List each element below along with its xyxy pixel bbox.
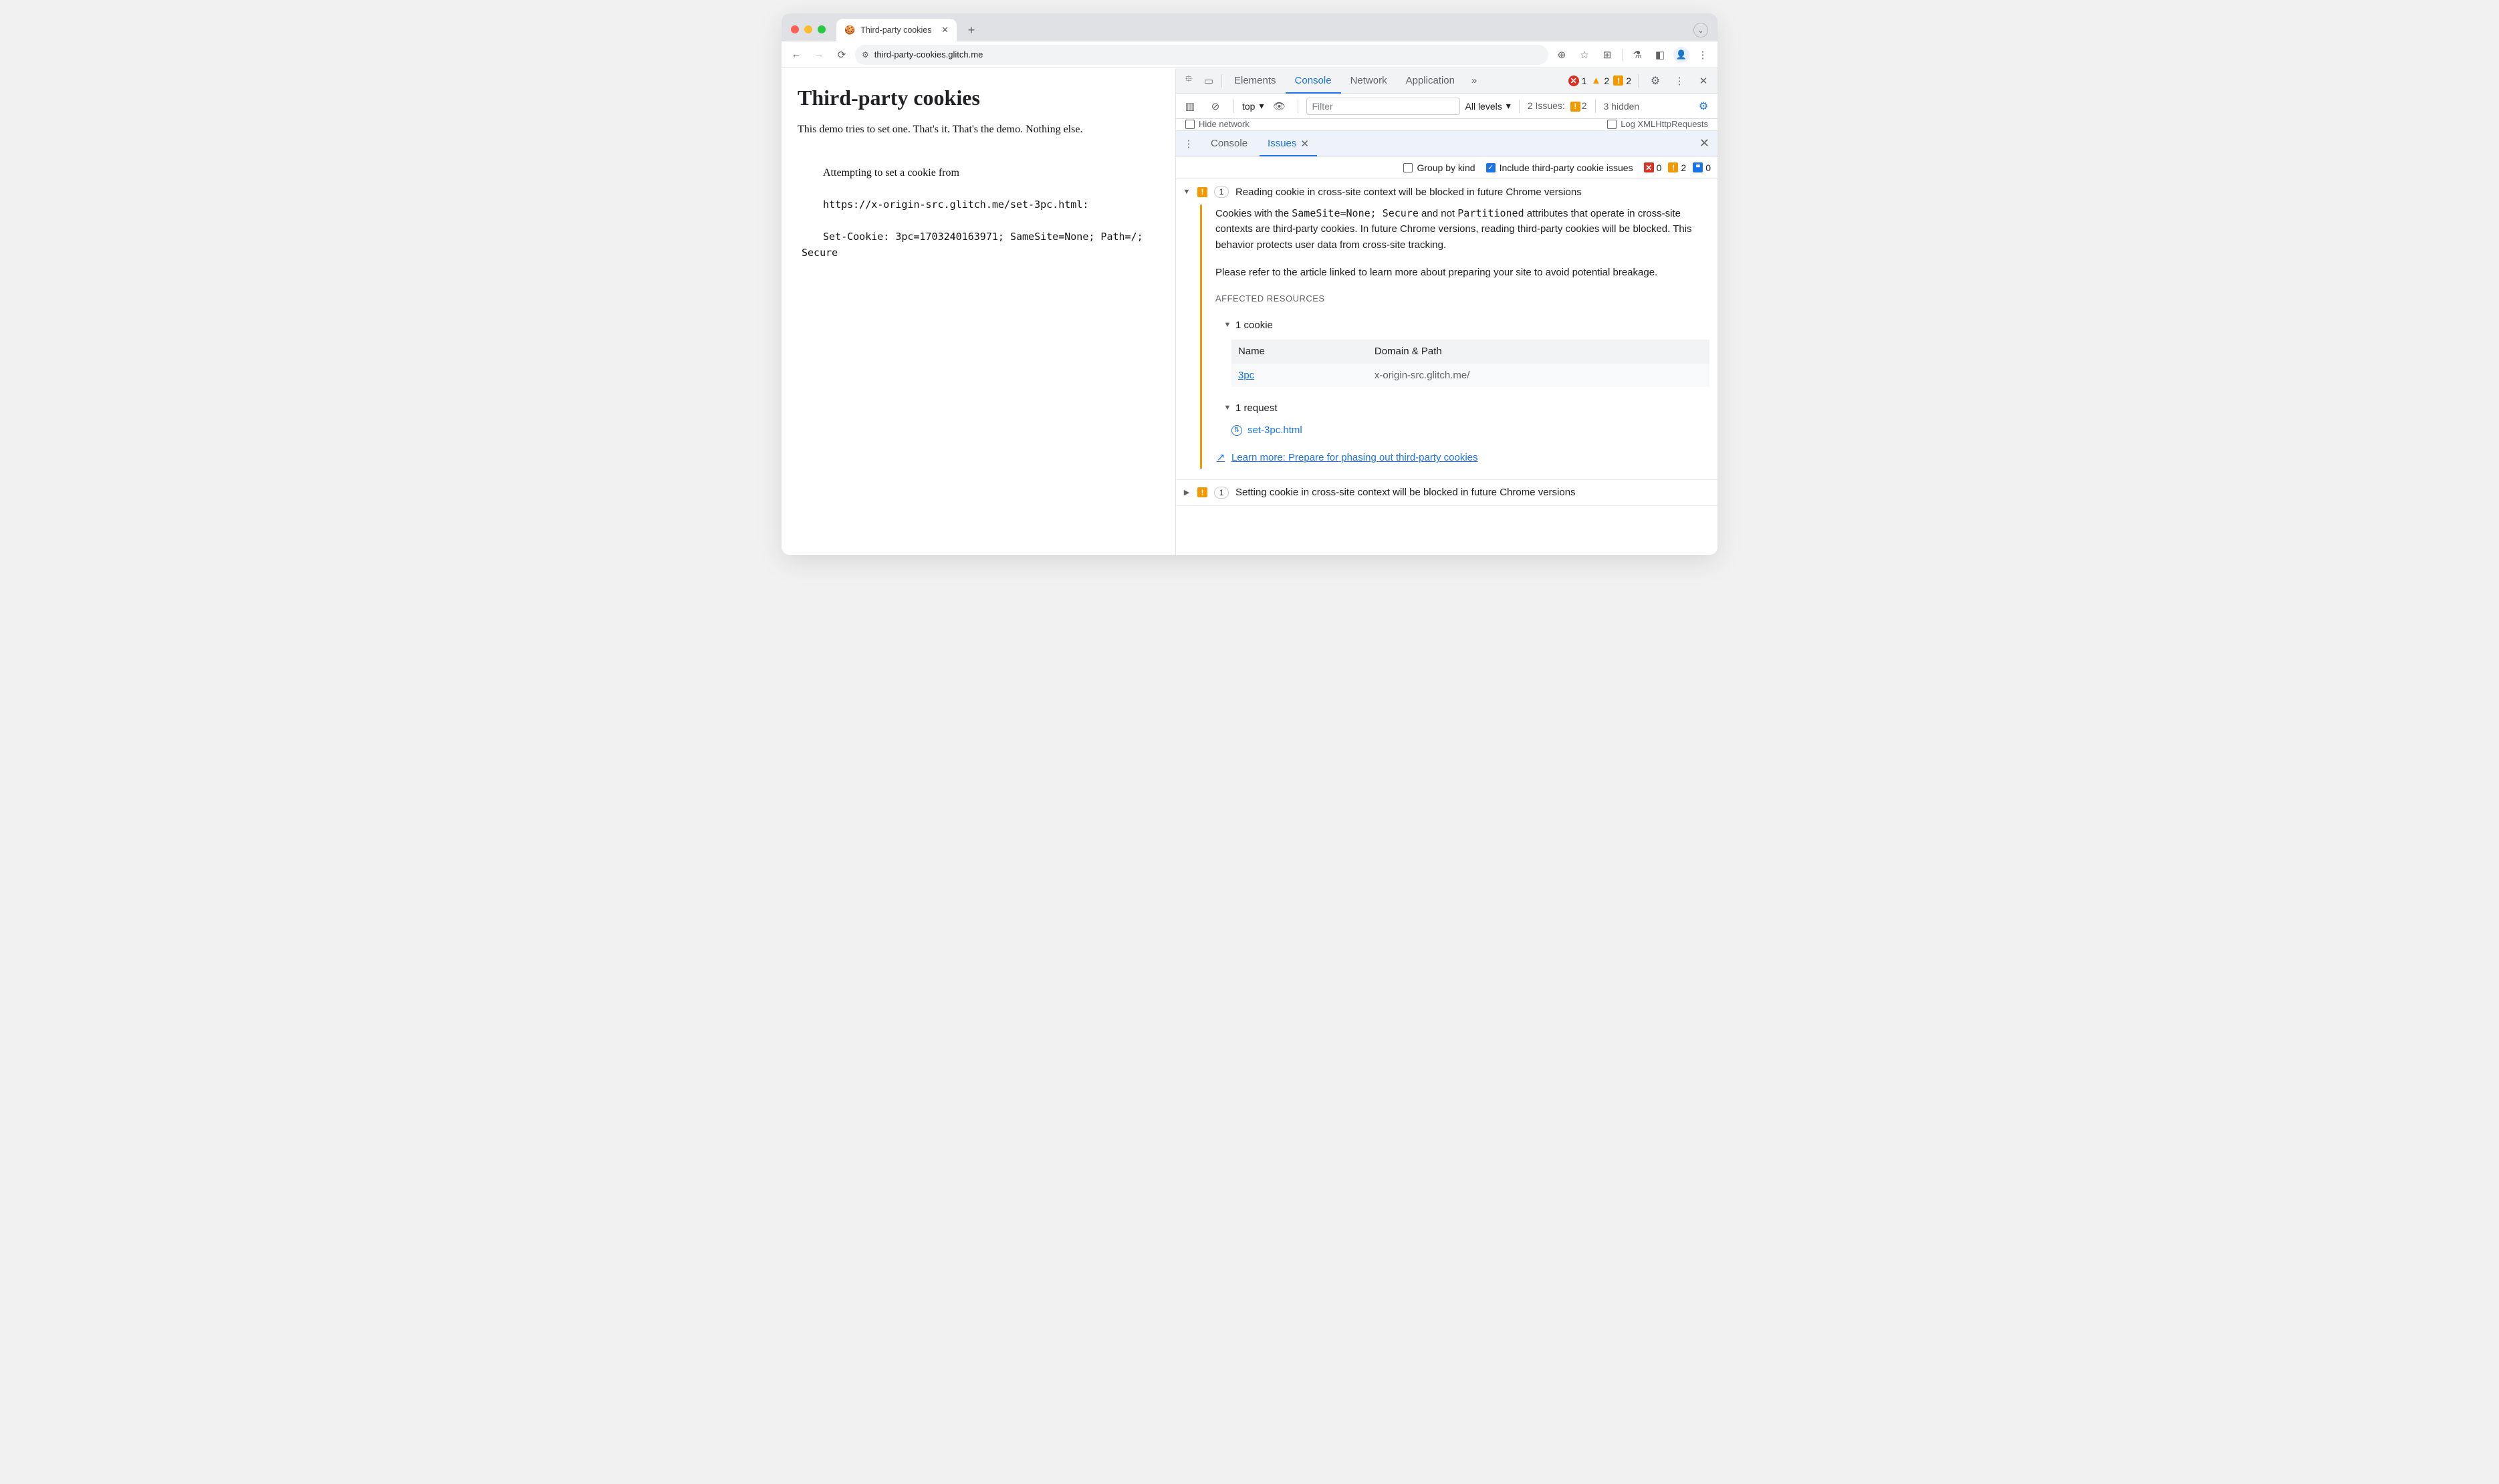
devtools-close-icon[interactable]: ✕ <box>1693 71 1713 91</box>
new-tab-button[interactable]: + <box>962 21 981 39</box>
drawer-menu-icon[interactable]: ⋮ <box>1179 134 1199 154</box>
issue-body: Cookies with the SameSite=None; Secure a… <box>1200 205 1709 469</box>
issues-toolbar: Group by kind ✓Include third-party cooki… <box>1176 156 1717 179</box>
tab-search-button[interactable]: ⌄ <box>1693 23 1708 37</box>
affected-resources-label: Affected Resources <box>1215 292 1709 305</box>
close-window-icon[interactable] <box>791 25 799 33</box>
warning-count[interactable]: ▲2 <box>1590 76 1609 86</box>
clear-console-icon[interactable]: ⊘ <box>1205 96 1225 116</box>
live-expression-icon[interactable]: 👁 <box>1270 96 1290 116</box>
issue-severity-icon: ! <box>1197 187 1207 197</box>
cookie-name-link[interactable]: 3pc <box>1231 364 1368 387</box>
issue-count-badge: 1 <box>1214 487 1229 499</box>
labs-icon[interactable]: ⚗ <box>1628 45 1647 64</box>
issue-description-2: Please refer to the article linked to le… <box>1215 265 1709 280</box>
site-settings-icon[interactable]: ⚙ <box>862 50 869 59</box>
close-drawer-tab-icon[interactable]: ✕ <box>1300 138 1309 150</box>
cookies-th-domain: Domain & Path <box>1368 340 1709 363</box>
console-toolbar: ▥ ⊘ top▾ 👁 Filter All levels▾ 2 Issues: … <box>1176 94 1717 119</box>
devtools-menu-icon[interactable]: ⋮ <box>1669 71 1689 91</box>
window-controls[interactable] <box>791 25 826 33</box>
disclosure-triangle-icon[interactable]: ▶ <box>1183 488 1191 497</box>
cookies-th-name: Name <box>1231 340 1368 363</box>
issue-severity-icon: ! <box>1197 487 1207 497</box>
request-icon: ⇅ <box>1231 425 1242 436</box>
issue-title: Reading cookie in cross-site context wil… <box>1235 187 1582 198</box>
tab-title: Third-party cookies <box>860 25 931 35</box>
tab-application[interactable]: Application <box>1397 68 1464 94</box>
devtools-tab-bar: ⯐ ▭ Elements Console Network Application… <box>1176 68 1717 94</box>
issue-header[interactable]: ▼ ! 1 Reading cookie in cross-site conte… <box>1176 179 1717 205</box>
url-text: third-party-cookies.glitch.me <box>874 49 983 59</box>
drawer-tab-issues[interactable]: Issues ✕ <box>1260 131 1317 156</box>
tab-console[interactable]: Console <box>1286 68 1341 94</box>
requests-group[interactable]: ▼1 request <box>1223 400 1709 416</box>
issue-header[interactable]: ▶ ! 1 Setting cookie in cross-site conte… <box>1176 480 1717 505</box>
drawer-tab-console[interactable]: Console <box>1203 131 1256 156</box>
issue-title: Setting cookie in cross-site context wil… <box>1235 487 1576 498</box>
log-levels-dropdown[interactable]: All levels▾ <box>1465 98 1511 115</box>
devtools-settings-icon[interactable]: ⚙ <box>1645 71 1665 91</box>
devtools-panel: ⯐ ▭ Elements Console Network Application… <box>1176 68 1717 555</box>
error-count[interactable]: ✕1 <box>1568 76 1587 86</box>
tab-favicon-icon: 🍪 <box>844 25 855 35</box>
sidepanel-icon[interactable]: ◧ <box>1651 45 1669 64</box>
reload-button[interactable]: ⟳ <box>832 45 851 64</box>
disclosure-triangle-icon[interactable]: ▼ <box>1183 188 1191 196</box>
tab-network[interactable]: Network <box>1341 68 1397 94</box>
table-row: 3pc x-origin-src.glitch.me/ <box>1231 364 1709 387</box>
zoom-window-icon[interactable] <box>818 25 826 33</box>
profile-avatar[interactable]: 👤 <box>1673 47 1689 63</box>
back-button[interactable]: ← <box>787 45 806 64</box>
drawer-close-icon[interactable]: ✕ <box>1694 136 1715 150</box>
issue-item: ▶ ! 1 Setting cookie in cross-site conte… <box>1176 480 1717 506</box>
tab-elements[interactable]: Elements <box>1225 68 1286 94</box>
console-settings-peek: Hide network Log XMLHttpRequests <box>1176 119 1717 131</box>
page-viewport: Third-party cookies This demo tries to s… <box>782 68 1176 555</box>
issues-badge[interactable]: !2 <box>1613 76 1631 86</box>
issue-count-badge: 1 <box>1214 186 1229 198</box>
issue-item: ▼ ! 1 Reading cookie in cross-site conte… <box>1176 179 1717 480</box>
minimize-window-icon[interactable] <box>804 25 812 33</box>
browser-window: 🍪 Third-party cookies ✕ + ⌄ ← → ⟳ ⚙ thir… <box>782 13 1717 555</box>
cookies-group[interactable]: ▼1 cookie <box>1223 318 1709 333</box>
cookie-domain-cell: x-origin-src.glitch.me/ <box>1368 364 1709 387</box>
hidden-messages[interactable]: 3 hidden <box>1604 101 1640 112</box>
group-by-kind-checkbox[interactable]: Group by kind <box>1403 162 1475 173</box>
learn-more-link[interactable]: ↗ Learn more: Prepare for phasing out th… <box>1215 450 1709 465</box>
page-intro: This demo tries to set one. That's it. T… <box>798 122 1159 137</box>
device-toolbar-icon[interactable]: ▭ <box>1199 71 1219 91</box>
page-log: Attempting to set a cookie from https://… <box>798 149 1159 277</box>
inspect-element-icon[interactable]: ⯐ <box>1179 71 1199 91</box>
console-sidebar-toggle-icon[interactable]: ▥ <box>1180 96 1200 116</box>
extensions-icon[interactable]: ⊞ <box>1598 45 1617 64</box>
issues-link[interactable]: 2 Issues: !2 <box>1528 100 1587 112</box>
include-3p-checkbox[interactable]: ✓Include third-party cookie issues <box>1486 162 1633 173</box>
address-bar[interactable]: ⚙ third-party-cookies.glitch.me <box>855 45 1548 65</box>
execution-context-dropdown[interactable]: top▾ <box>1242 98 1264 115</box>
request-link[interactable]: ⇅ set-3pc.html <box>1223 422 1709 438</box>
external-link-icon: ↗ <box>1215 450 1226 465</box>
issue-counters: ✕0 !2 ❝0 <box>1644 162 1711 173</box>
issues-list: ▼ ! 1 Reading cookie in cross-site conte… <box>1176 179 1717 555</box>
tab-close-icon[interactable]: ✕ <box>941 25 949 35</box>
toolbar: ← → ⟳ ⚙ third-party-cookies.glitch.me ⊕ … <box>782 41 1717 68</box>
tab-strip: 🍪 Third-party cookies ✕ + ⌄ <box>782 13 1717 41</box>
more-tabs-icon[interactable]: » <box>1464 71 1484 91</box>
console-settings-icon[interactable]: ⚙ <box>1693 96 1713 116</box>
page-heading: Third-party cookies <box>798 86 1159 110</box>
drawer-tab-bar: ⋮ Console Issues ✕ ✕ <box>1176 131 1717 156</box>
zoom-icon[interactable]: ⊕ <box>1552 45 1571 64</box>
bookmark-icon[interactable]: ☆ <box>1575 45 1594 64</box>
browser-menu-icon[interactable]: ⋮ <box>1693 45 1712 64</box>
forward-button[interactable]: → <box>810 45 828 64</box>
cookies-table: Name Domain & Path 3pc x-origin-src.glit… <box>1231 340 1709 387</box>
issue-description: Cookies with the SameSite=None; Secure a… <box>1215 206 1709 253</box>
browser-tab[interactable]: 🍪 Third-party cookies ✕ <box>836 19 957 41</box>
console-filter-input[interactable]: Filter <box>1306 98 1460 115</box>
